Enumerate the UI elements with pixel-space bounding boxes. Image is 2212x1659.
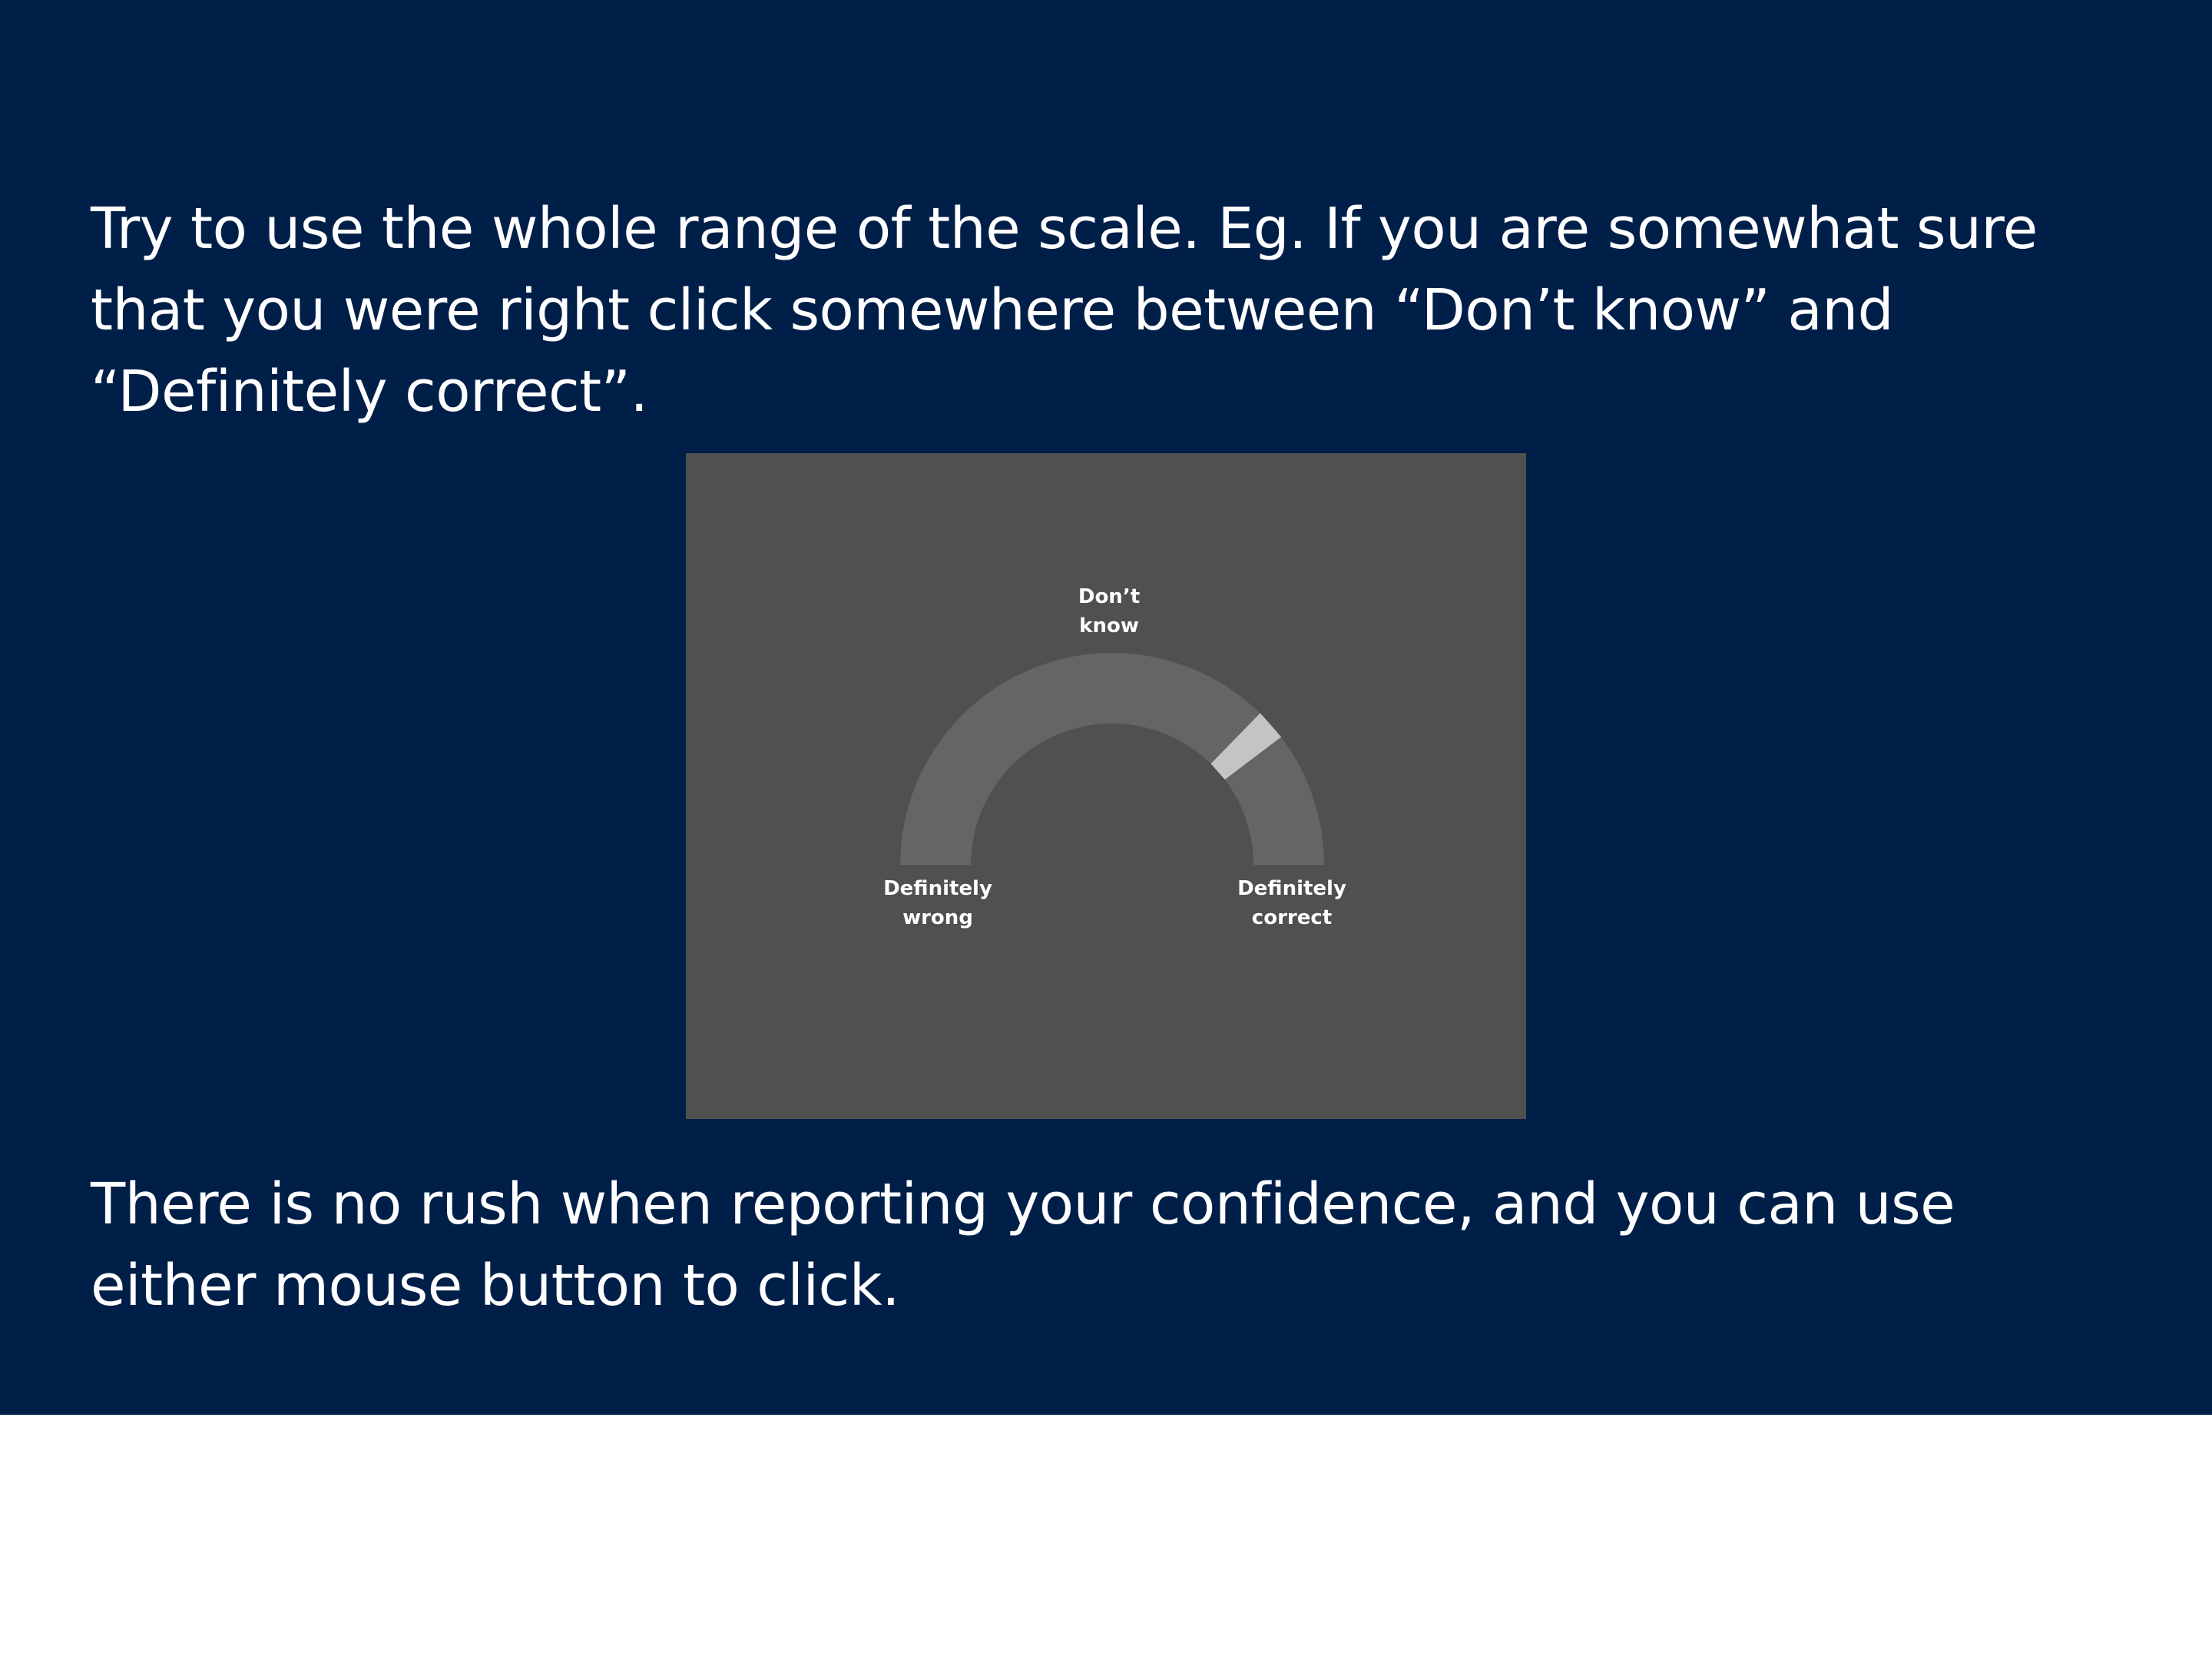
instruction-line: either mouse button to click. [91, 1253, 900, 1319]
label-definitely-wrong-line2: wrong [902, 906, 973, 929]
label-definitely-correct-line1: Definitely [1237, 877, 1346, 900]
label-definitely-correct: Definitely correct [1207, 874, 1376, 932]
instruction-line: “Definitely correct”. [91, 359, 648, 425]
label-definitely-wrong: Definitely wrong [853, 874, 1022, 932]
label-dont-know: Don’t know [1025, 582, 1194, 641]
confidence-arc-svg[interactable] [686, 453, 1526, 1119]
confidence-arc-track[interactable] [900, 653, 1324, 865]
label-definitely-wrong-line1: Definitely [883, 877, 992, 900]
instruction-text-top: Try to use the whole range of the scale.… [91, 188, 2126, 432]
instruction-text-bottom: There is no rush when reporting your con… [91, 1164, 2126, 1326]
instruction-slide: Try to use the whole range of the scale.… [0, 0, 2212, 1415]
confidence-scale-example[interactable]: Don’t know Definitely wrong Definitely c… [686, 453, 1526, 1119]
label-dont-know-line2: know [1079, 614, 1139, 637]
label-dont-know-line1: Don’t [1078, 585, 1141, 608]
instruction-line: Try to use the whole range of the scale.… [91, 196, 2038, 262]
label-definitely-correct-line2: correct [1251, 906, 1333, 929]
instruction-line: that you were right click somewhere betw… [91, 277, 1894, 343]
instruction-line: There is no rush when reporting your con… [91, 1171, 1955, 1237]
